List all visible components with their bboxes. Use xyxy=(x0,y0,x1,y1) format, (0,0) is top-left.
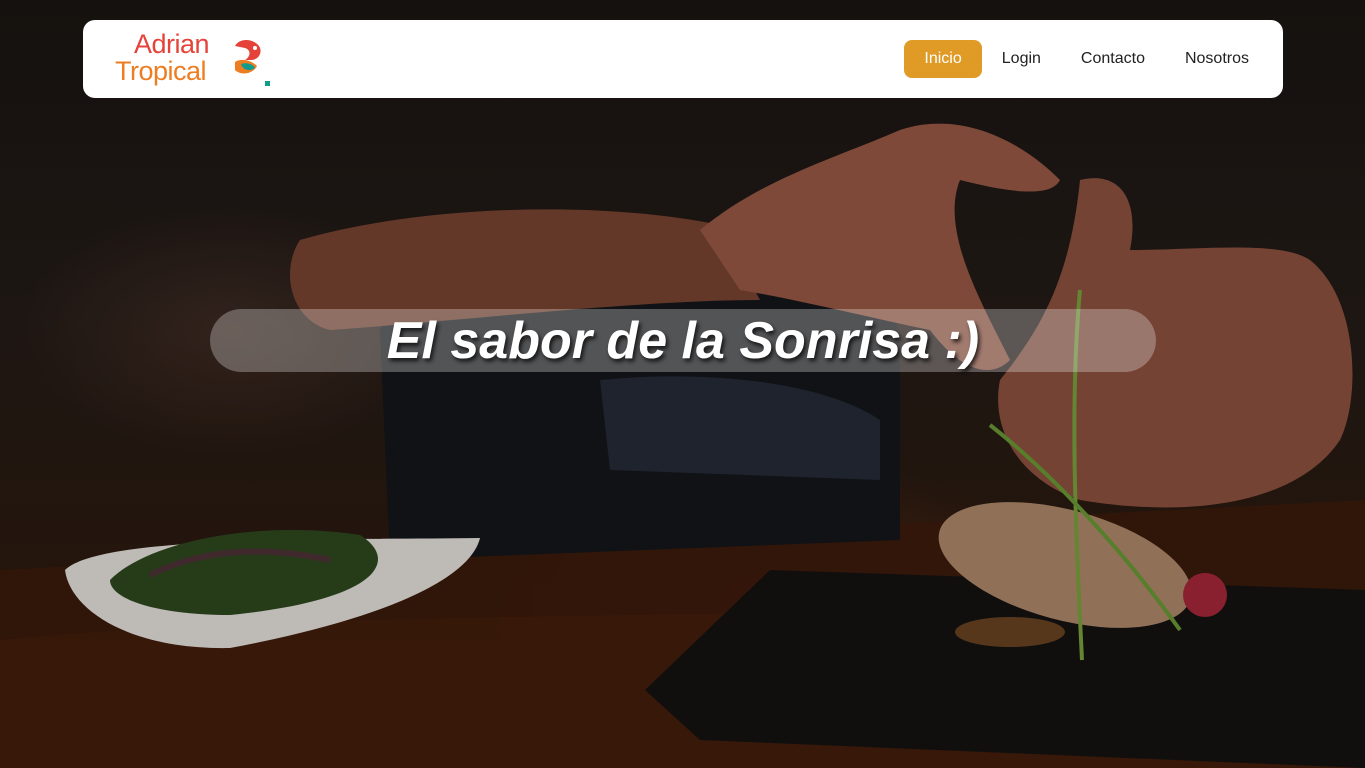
nav-contacto[interactable]: Contacto xyxy=(1061,40,1165,78)
hero-banner: El sabor de la Sonrisa :) xyxy=(210,309,1156,372)
top-navbar: Adrian Tropical Inicio Login Contacto No… xyxy=(83,20,1283,98)
logo-text-line1: Adrian xyxy=(134,29,210,59)
parrot-icon xyxy=(235,40,261,74)
hero-background xyxy=(0,0,1365,768)
hero-tagline: El sabor de la Sonrisa :) xyxy=(386,311,980,370)
logo-text-line2: Tropical xyxy=(115,56,207,86)
nav-nosotros[interactable]: Nosotros xyxy=(1165,40,1269,78)
main-nav: Inicio Login Contacto Nosotros xyxy=(904,40,1269,78)
nav-inicio[interactable]: Inicio xyxy=(904,40,982,78)
brand-logo[interactable]: Adrian Tropical xyxy=(113,28,273,90)
logo-dot xyxy=(265,81,270,86)
nav-login[interactable]: Login xyxy=(982,40,1061,78)
hero-photo xyxy=(0,0,1365,768)
